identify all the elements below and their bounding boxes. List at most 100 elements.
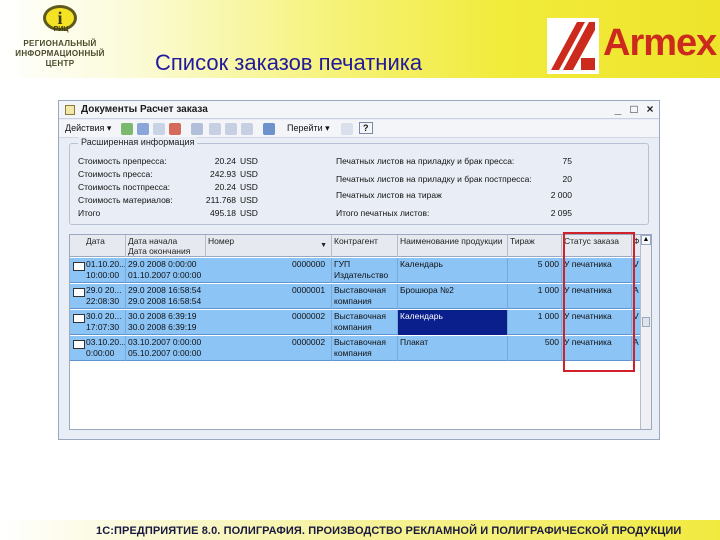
sort-desc-icon: ▼ xyxy=(320,242,327,249)
cell-number[interactable]: 0000002 xyxy=(206,310,332,335)
cell-time-value: 22:08:30 xyxy=(86,296,120,306)
total-cost-value: 495.18 xyxy=(210,208,236,218)
document-row-icon xyxy=(73,288,85,297)
press-cost-unit: USD xyxy=(240,169,258,179)
scroll-up-icon[interactable]: ▲ xyxy=(641,235,651,245)
total-cost-label: Итого xyxy=(78,208,101,218)
table-row[interactable]: 01.10.20... 10:00:00 29.0 2008 0:00:00 01.1… xyxy=(70,258,641,283)
cell-qty[interactable]: 500 xyxy=(508,336,562,361)
cell-date[interactable]: 29.0 20... 22:08:30 xyxy=(70,284,126,309)
cell-number[interactable]: 0000000 xyxy=(206,258,332,283)
cell-date[interactable]: 30.0 20... 17:07:30 xyxy=(70,310,126,335)
materials-cost-label: Стоимость материалов: xyxy=(78,195,173,205)
postpress-cost-label: Стоимость постпресса: xyxy=(78,182,171,192)
delete-icon[interactable] xyxy=(169,123,181,135)
cell-contractor[interactable]: Выставочная компания xyxy=(332,284,398,309)
total-sheets-label: Итого печатных листов: xyxy=(336,208,430,218)
table-scrollbar[interactable]: ▲ xyxy=(640,235,651,429)
scroll-thumb[interactable] xyxy=(642,317,650,327)
document-row-icon xyxy=(73,262,85,271)
prepress-cost-value: 20.24 xyxy=(214,156,236,166)
sort-icon[interactable] xyxy=(241,123,253,135)
add-icon[interactable] xyxy=(121,123,133,135)
document-row-icon xyxy=(73,314,85,323)
total-sheets-value: 2 095 xyxy=(550,208,572,218)
cell-date-value: 30.0 20... xyxy=(86,311,122,321)
cell-number-value: 0000002 xyxy=(292,337,326,347)
filter-icon[interactable] xyxy=(209,123,221,135)
copy-icon[interactable] xyxy=(137,123,149,135)
ric-logo: i РИЦ РЕГИОНАЛЬНЫЙ ИНФОРМАЦИОННЫЙ ЦЕНТР xyxy=(10,4,110,74)
filter-clear-icon[interactable] xyxy=(225,123,237,135)
cell-date[interactable]: 03.10.20... 0:00:00 xyxy=(70,336,126,361)
maximize-button[interactable]: □ xyxy=(627,102,641,116)
cell-qty[interactable]: 1 000 xyxy=(508,284,562,309)
cell-number-value: 0000001 xyxy=(292,285,326,295)
window-title: Документы Расчет заказа xyxy=(81,104,208,115)
press-makeready-sheets-value: 75 xyxy=(562,156,572,166)
run-sheets-value: 2 000 xyxy=(550,190,572,200)
cell-date-value: 03.10.20... xyxy=(86,337,126,347)
cell-product[interactable]: Календарь xyxy=(398,258,508,283)
cell-contractor[interactable]: Выставочная компания xyxy=(332,336,398,361)
ric-logo-text: РЕГИОНАЛЬНЫЙ ИНФОРМАЦИОННЫЙ ЦЕНТР xyxy=(15,39,105,68)
armex-wordmark: Armex xyxy=(603,22,717,64)
cell-contractor[interactable]: ГУП Издательство xyxy=(332,258,398,283)
cell-product[interactable]: Плакат xyxy=(398,336,508,361)
table-row[interactable]: 29.0 20... 22:08:30 29.0 2008 16:58:54 29.0… xyxy=(70,284,641,309)
total-cost-unit: USD xyxy=(240,208,258,218)
cell-number-value: 0000000 xyxy=(292,259,326,269)
armex-logo: Armex xyxy=(543,18,717,76)
post-icon[interactable] xyxy=(191,123,203,135)
column-number[interactable]: Номер ▼ xyxy=(206,235,332,257)
extended-info-panel: Расширенная информация Стоимость препрес… xyxy=(69,137,649,225)
column-start-end-date[interactable]: Дата начала Дата окончания xyxy=(126,235,206,257)
materials-cost-value: 211.768 xyxy=(205,195,236,205)
column-product[interactable]: Наименование продукции xyxy=(398,235,508,257)
cell-product[interactable]: Брошюра №2 xyxy=(398,284,508,309)
table-header: Дата Дата начала Дата окончания Номер ▼ К… xyxy=(70,235,641,257)
footer-text: 1С:ПРЕДПРИЯТИЕ 8.0. ПОЛИГРАФИЯ. ПРОИЗВОД… xyxy=(96,525,682,537)
goto-menu[interactable]: Перейти ▾ xyxy=(287,123,330,134)
cell-qty[interactable]: 5 000 xyxy=(508,258,562,283)
cell-qty[interactable]: 1 000 xyxy=(508,310,562,335)
cell-time-value: 17:07:30 xyxy=(86,322,120,332)
prepress-cost-unit: USD xyxy=(240,156,258,166)
status-column-highlight xyxy=(563,232,635,372)
minimize-button[interactable]: _ xyxy=(611,102,625,116)
close-button[interactable]: × xyxy=(643,102,657,116)
refresh-icon[interactable] xyxy=(341,123,353,135)
prepress-cost-label: Стоимость препресса: xyxy=(78,156,167,166)
cell-date[interactable]: 01.10.20... 10:00:00 xyxy=(70,258,126,283)
postpress-makeready-sheets-label: Печатных листов на приладку и брак постп… xyxy=(336,174,532,184)
cell-time-value: 10:00:00 xyxy=(86,270,120,280)
slide-title: Список заказов печатника xyxy=(155,50,423,75)
edit-icon[interactable] xyxy=(153,123,165,135)
press-cost-value: 242.93 xyxy=(210,169,236,179)
toolbar: Действия ▾ Перейти ▾ ? xyxy=(59,120,659,138)
materials-cost-unit: USD xyxy=(240,195,258,205)
cell-date-value: 01.10.20... xyxy=(86,259,126,269)
cell-time-value: 0:00:00 xyxy=(86,348,115,358)
run-sheets-label: Печатных листов на тираж xyxy=(336,190,442,200)
column-qty[interactable]: Тираж xyxy=(508,235,562,257)
postpress-cost-value: 20.24 xyxy=(214,182,236,192)
column-contractor[interactable]: Контрагент xyxy=(332,235,398,257)
cell-number[interactable]: 0000001 xyxy=(206,284,332,309)
postpress-makeready-sheets-value: 20 xyxy=(562,174,572,184)
cell-number[interactable]: 0000002 xyxy=(206,336,332,361)
cell-number-value: 0000002 xyxy=(292,311,326,321)
table-row[interactable]: 03.10.20... 0:00:00 03.10.2007 0:00:00 05.1… xyxy=(70,336,641,361)
extended-info-title: Расширенная информация xyxy=(78,137,198,147)
table-row[interactable]: 30.0 20... 17:07:30 30.0 2008 6:39:19 30.0 … xyxy=(70,310,641,335)
cell-contractor[interactable]: Выставочная компания xyxy=(332,310,398,335)
armex-mark-icon xyxy=(547,18,599,74)
window-titlebar: Документы Расчет заказа _ □ × xyxy=(59,101,659,119)
header-banner: i РИЦ РЕГИОНАЛЬНЫЙ ИНФОРМАЦИОННЫЙ ЦЕНТР … xyxy=(0,0,720,78)
structure-icon[interactable] xyxy=(263,123,275,135)
document-icon xyxy=(65,105,75,115)
actions-menu[interactable]: Действия ▾ xyxy=(65,123,111,134)
cell-product[interactable]: Календарь xyxy=(398,310,508,335)
help-button[interactable]: ? xyxy=(359,122,373,134)
column-date[interactable]: Дата xyxy=(70,235,126,257)
